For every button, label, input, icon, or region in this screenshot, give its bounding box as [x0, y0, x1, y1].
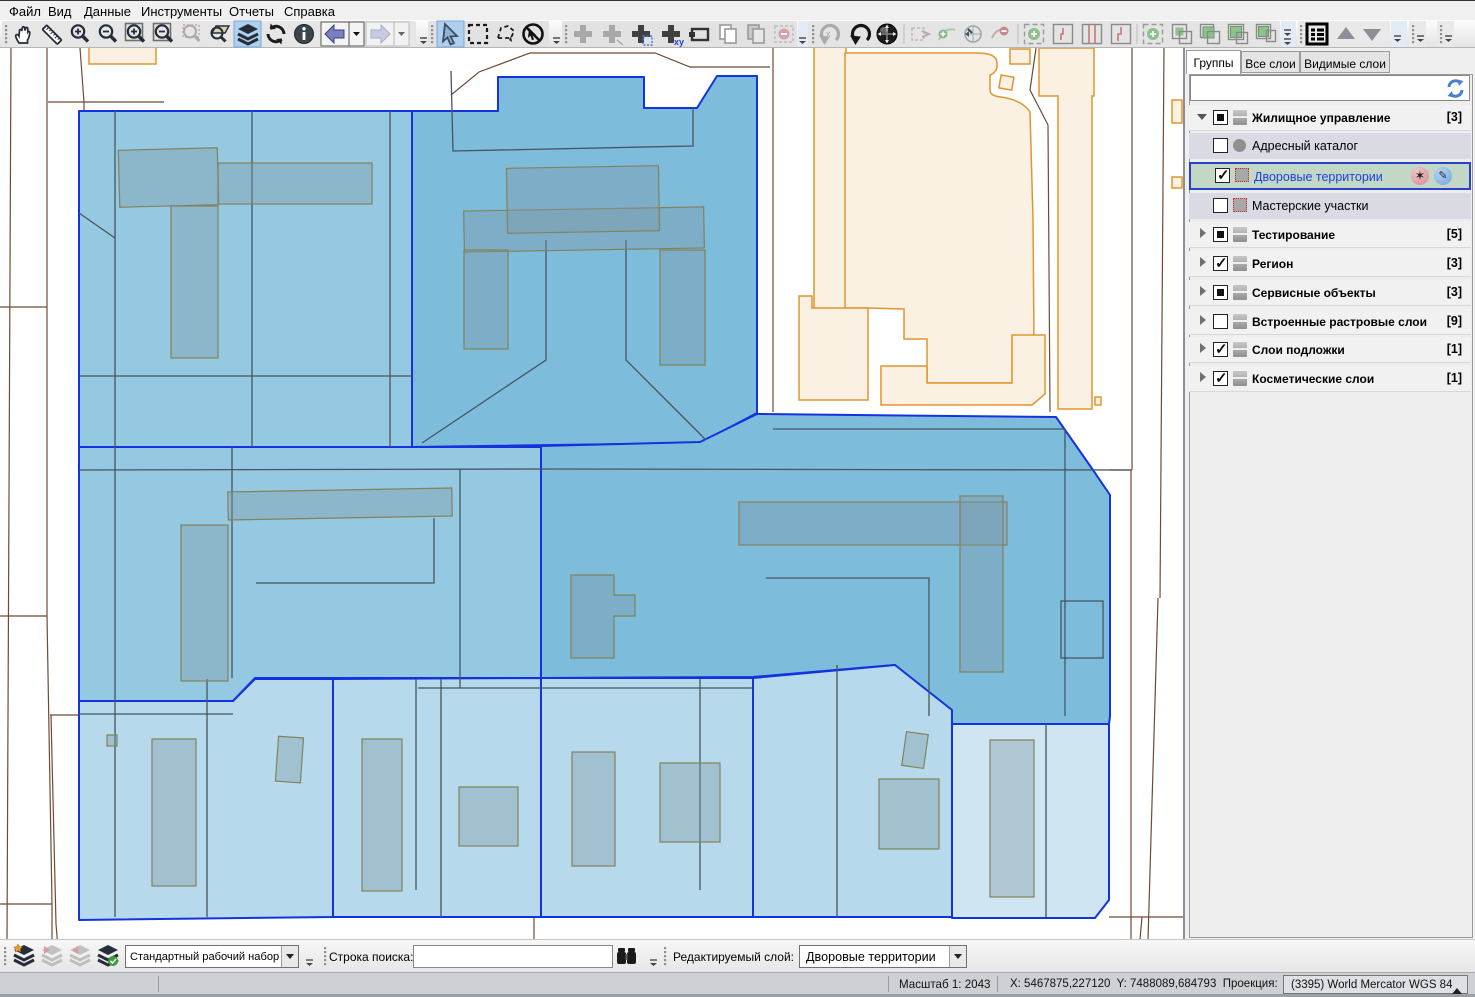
svg-text:xy: xy — [674, 37, 684, 47]
svg-text:x: x — [826, 29, 831, 39]
